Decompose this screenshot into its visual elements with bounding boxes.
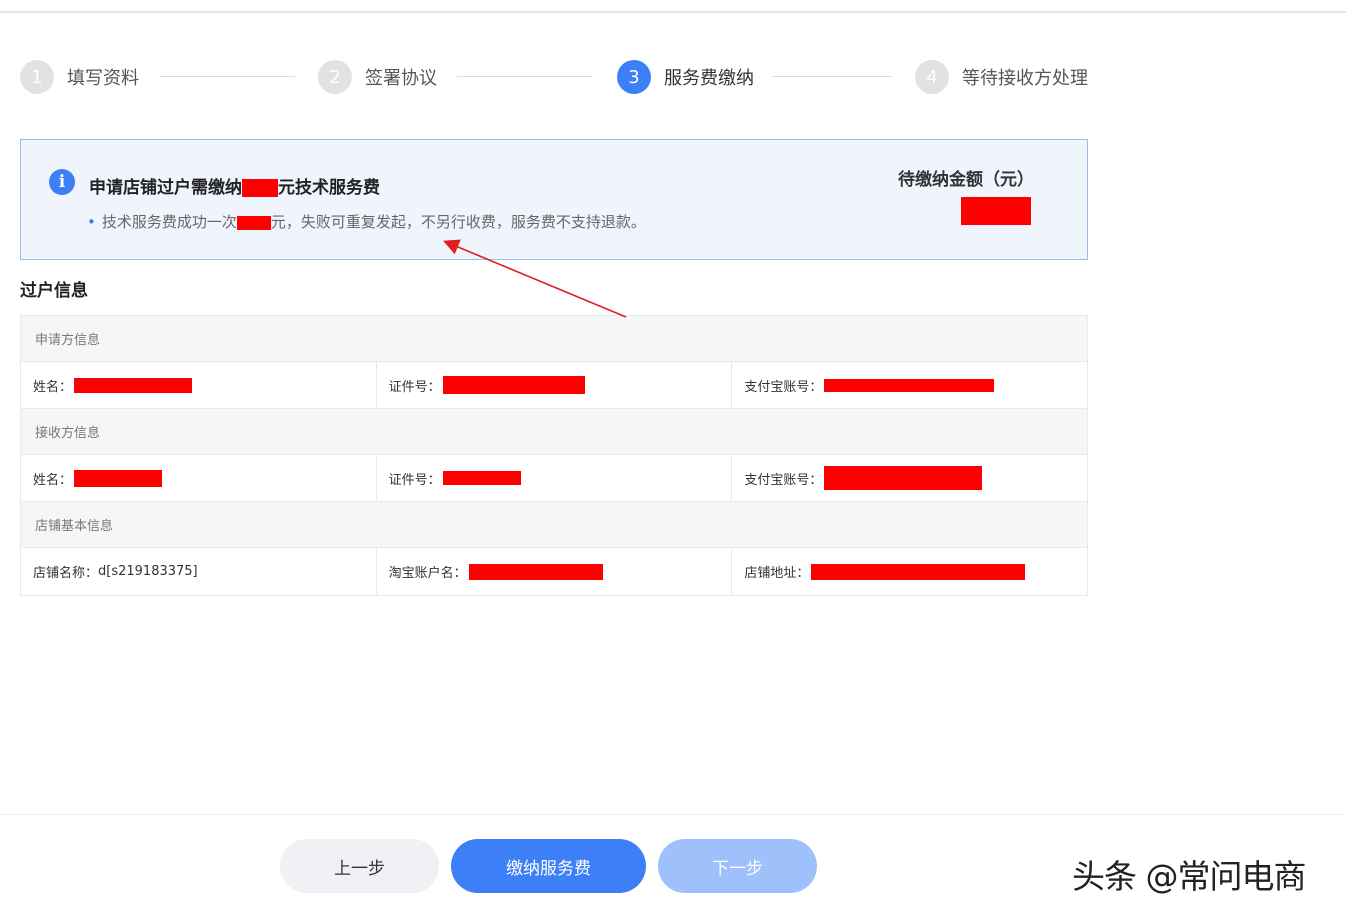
redacted-value	[824, 466, 983, 490]
step-connector	[772, 76, 892, 77]
shop-address-cell: 店铺地址：	[732, 548, 1087, 595]
step-4: 4 等待接收方处理	[915, 60, 1088, 94]
top-divider	[0, 11, 1346, 13]
step-3-number: 3	[617, 60, 651, 94]
next-step-button[interactable]: 下一步	[658, 839, 817, 893]
step-4-label: 等待接收方处理	[962, 68, 1088, 89]
shop-name-cell: 店铺名称： d[s219183375]	[21, 548, 377, 595]
table-row: 店铺名称： d[s219183375] 淘宝账户名： 店铺地址：	[21, 548, 1087, 595]
redacted-value	[74, 377, 193, 393]
receiver-alipay-cell: 支付宝账号：	[732, 455, 1087, 501]
receiver-id-cell: 证件号：	[377, 455, 733, 501]
applicant-alipay-cell: 支付宝账号：	[732, 362, 1087, 408]
redacted-value	[74, 469, 163, 487]
step-2-number: 2	[318, 60, 352, 94]
notice-sub-prefix: 技术服务费成功一次	[101, 213, 237, 231]
previous-step-button[interactable]: 上一步	[280, 839, 439, 893]
bullet-dot: •	[87, 213, 96, 231]
notice-sub-suffix: 元，失败可重复发起，不另行收费，服务费不支持退款。	[270, 213, 646, 231]
redacted-value	[442, 471, 521, 485]
notice-title-prefix: 申请店铺过户需缴纳	[89, 178, 242, 198]
applicant-name-cell: 姓名：	[21, 362, 377, 408]
pay-service-fee-button[interactable]: 缴纳服务费	[451, 839, 646, 893]
step-1: 1 填写资料	[20, 60, 139, 94]
cell-label: 淘宝账户名：	[388, 566, 467, 581]
step-connector	[457, 76, 593, 77]
cell-label: 支付宝账号：	[744, 472, 823, 488]
redacted-fee-amount	[242, 179, 278, 197]
cell-label: 证件号：	[388, 472, 441, 488]
cell-label: 支付宝账号：	[744, 379, 823, 395]
cell-label: 姓名：	[33, 472, 73, 488]
redacted-value	[811, 563, 1026, 580]
step-4-number: 4	[915, 60, 949, 94]
step-connector	[159, 76, 295, 77]
transfer-info-title: 过户信息	[20, 281, 88, 301]
pending-amount-label: 待缴纳金额（元）	[898, 170, 1034, 190]
cell-label: 证件号：	[388, 379, 441, 395]
redacted-value	[442, 376, 585, 394]
redacted-pending-amount	[961, 197, 1031, 225]
receiver-name-cell: 姓名：	[21, 455, 377, 501]
shop-header: 店铺基本信息	[21, 502, 1087, 548]
transfer-info-table: 申请方信息 姓名： 证件号： 支付宝账号： 接收方信息 姓名： 证件号： 支付宝…	[20, 315, 1088, 596]
table-row: 姓名： 证件号： 支付宝账号：	[21, 362, 1087, 409]
watermark-text: 头条 @常问电商	[1072, 857, 1306, 896]
cell-label: 店铺地址：	[744, 566, 810, 581]
info-icon: i	[49, 169, 75, 195]
cell-label: 店铺名称：	[33, 566, 99, 581]
step-1-label: 填写资料	[67, 68, 139, 89]
applicant-id-cell: 证件号：	[377, 362, 733, 408]
redacted-fee-amount	[236, 215, 271, 230]
receiver-header: 接收方信息	[21, 409, 1087, 455]
notice-subtext: • 技术服务费成功一次 元，失败可重复发起，不另行收费，服务费不支持退款。	[87, 211, 646, 232]
footer-divider	[0, 814, 1346, 815]
taobao-account-cell: 淘宝账户名：	[377, 548, 733, 595]
cell-label: 姓名：	[33, 379, 73, 395]
redacted-value	[824, 378, 995, 392]
step-3-active: 3 服务费缴纳	[617, 60, 754, 94]
step-indicator: 1 填写资料 2 签署协议 3 服务费缴纳 4 等待接收方处理	[20, 60, 1090, 94]
notice-title: 申请店铺过户需缴纳 元技术服务费	[89, 173, 380, 198]
step-1-number: 1	[20, 60, 54, 94]
step-3-label: 服务费缴纳	[664, 68, 754, 89]
step-2-label: 签署协议	[365, 68, 437, 89]
redacted-value	[468, 563, 603, 580]
shop-name-value: d[s219183375]	[98, 564, 198, 579]
notice-title-suffix: 元技术服务费	[278, 178, 380, 198]
step-2: 2 签署协议	[318, 60, 437, 94]
applicant-header: 申请方信息	[21, 316, 1087, 362]
service-fee-notice: i 申请店铺过户需缴纳 元技术服务费 • 技术服务费成功一次 元，失败可重复发起，不另…	[20, 139, 1088, 260]
table-row: 姓名： 证件号： 支付宝账号：	[21, 455, 1087, 502]
